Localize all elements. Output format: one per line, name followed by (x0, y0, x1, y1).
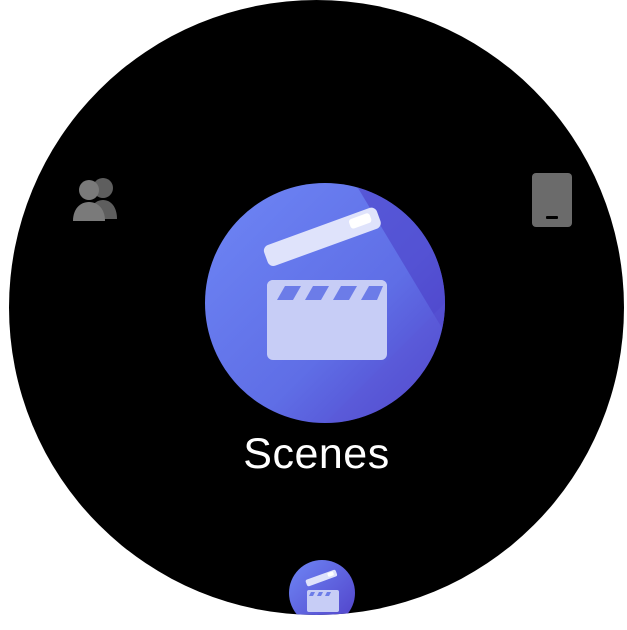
page-indicator[interactable] (289, 560, 355, 615)
contacts-icon[interactable] (69, 175, 125, 221)
scenes-button[interactable] (205, 183, 445, 423)
tablet-device-icon[interactable] (531, 172, 573, 228)
watch-face: Scenes (9, 0, 624, 615)
clapperboard-icon (205, 183, 445, 423)
item-label: Scenes (243, 430, 390, 478)
clapperboard-icon (289, 560, 355, 615)
